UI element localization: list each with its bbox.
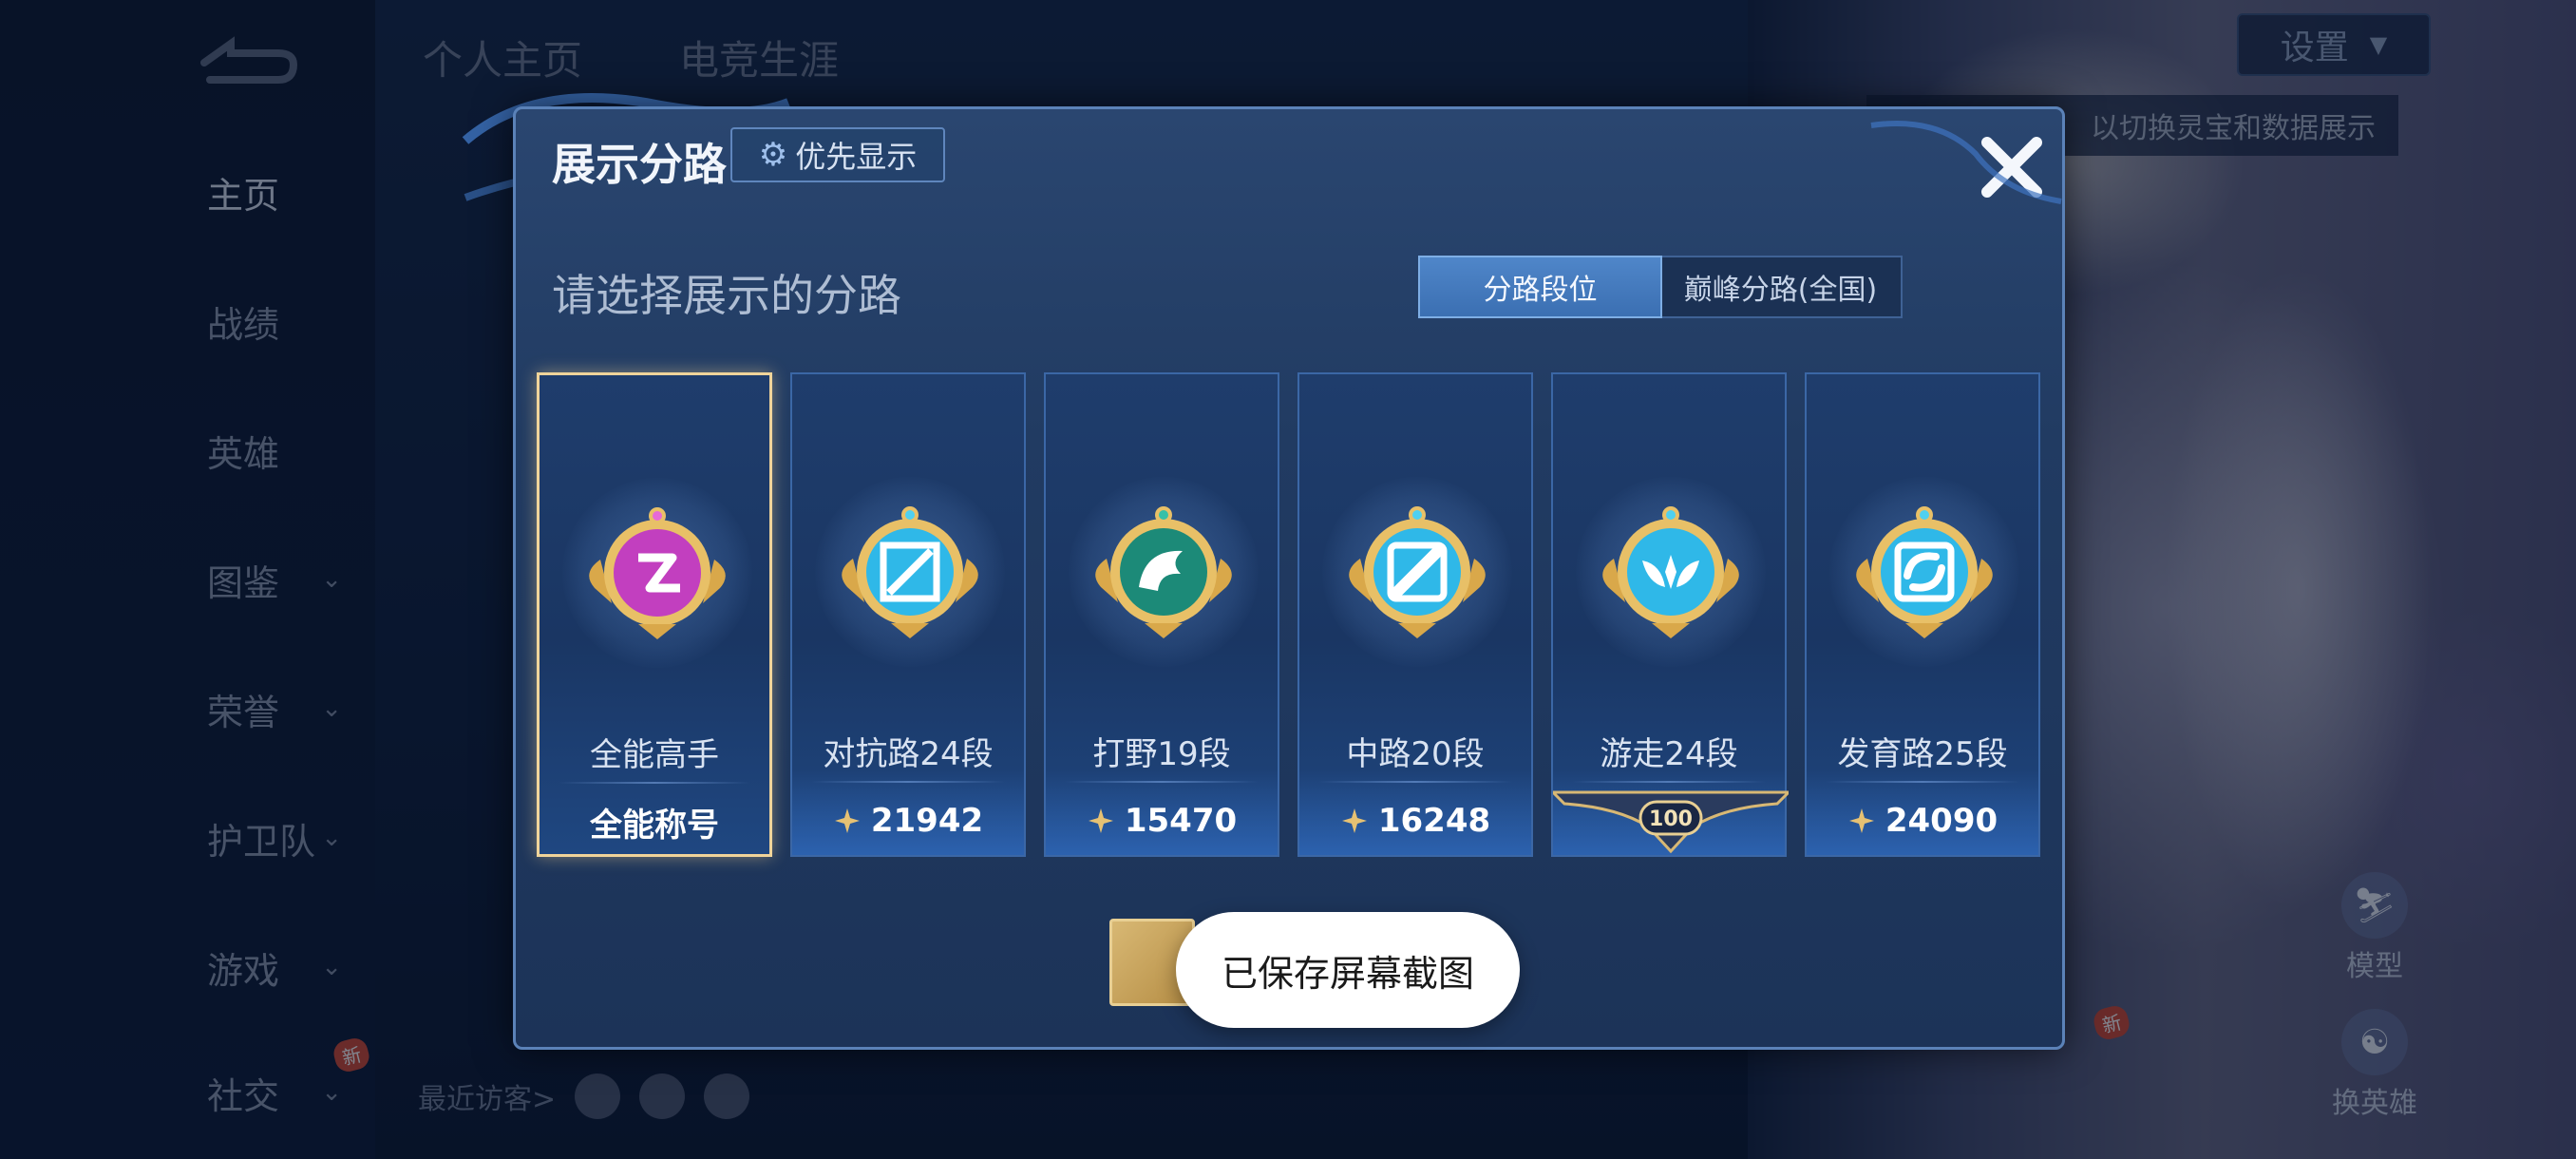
jungle-icon (1095, 506, 1232, 638)
rank-points: 16248 (1377, 802, 1491, 840)
dialog-subtitle: 请选择展示的分路 (552, 270, 901, 321)
title-text: 全能称号 (590, 806, 719, 845)
lane-card-clash-lane[interactable]: 对抗路24段 21942 (790, 372, 1026, 857)
lane-name: 对抗路24段 (823, 735, 994, 773)
rank-ribbon: 100 (1553, 790, 1789, 854)
rank-points: 21942 (870, 802, 984, 840)
rank-points: 24090 (1885, 802, 1998, 840)
roam-rank-points: 100 (1649, 808, 1693, 831)
lane-stat: 15470 (1046, 792, 1278, 849)
lane-name: 打野19段 (1092, 735, 1231, 773)
lane-name: 中路20段 (1346, 735, 1485, 773)
lane-card-roam[interactable]: 游走24段 100 (1551, 372, 1789, 857)
dialog-title: 展示分路 (552, 139, 727, 190)
toggle-lane-rank[interactable]: 分路段位 (1418, 256, 1662, 318)
screenshot-saved-toast: 已保存屏幕截图 (1176, 912, 1520, 1028)
rank-points-icon (1088, 808, 1113, 833)
lane-mode-toggle: 分路段位 巅峰分路(全国) (1418, 256, 1903, 318)
toast-text: 已保存屏幕截图 (1221, 952, 1474, 995)
wave-decoration (1870, 121, 2062, 204)
roam-icon (1602, 506, 1739, 638)
lane-stat: 24090 (1807, 792, 2038, 849)
lane-card-jungle[interactable]: 打野19段 15470 (1044, 372, 1279, 857)
rank-points: 15470 (1124, 802, 1238, 840)
priority-display-button[interactable]: ⚙ 优先显示 (730, 127, 945, 182)
rank-points-icon (1848, 808, 1874, 833)
lane-card-mid-lane[interactable]: 中路20段 16248 (1297, 372, 1533, 857)
lane-stat: 全能称号 (540, 793, 769, 850)
lane-stat: 16248 (1299, 792, 1531, 849)
lane-name: 游走24段 (1600, 735, 1738, 773)
rank-points-icon (1341, 808, 1367, 833)
lane-stat: 21942 (792, 792, 1024, 849)
mid-lane-icon (1349, 506, 1486, 638)
gear-icon: ⚙ (758, 136, 788, 174)
lane-display-dialog: 展示分路 ⚙ 优先显示 请选择展示的分路 分路段位 巅峰分路(全国) 全能高手 (513, 106, 2065, 1050)
lane-card-farm-lane[interactable]: 发育路25段 24090 (1805, 372, 2040, 857)
rank-points-icon (834, 808, 860, 833)
lane-name: 全能高手 (590, 736, 719, 774)
toggle-peak-lane-national[interactable]: 巅峰分路(全国) (1660, 257, 1901, 316)
farm-lane-icon (1856, 506, 1993, 638)
lane-name: 发育路25段 (1837, 735, 2008, 773)
divider (559, 782, 750, 784)
lane-card-all-rounder[interactable]: 全能高手 全能称号 (537, 372, 772, 857)
priority-label: 优先显示 (795, 139, 918, 175)
all-rounder-icon (589, 507, 726, 639)
clash-lane-icon (842, 506, 978, 638)
